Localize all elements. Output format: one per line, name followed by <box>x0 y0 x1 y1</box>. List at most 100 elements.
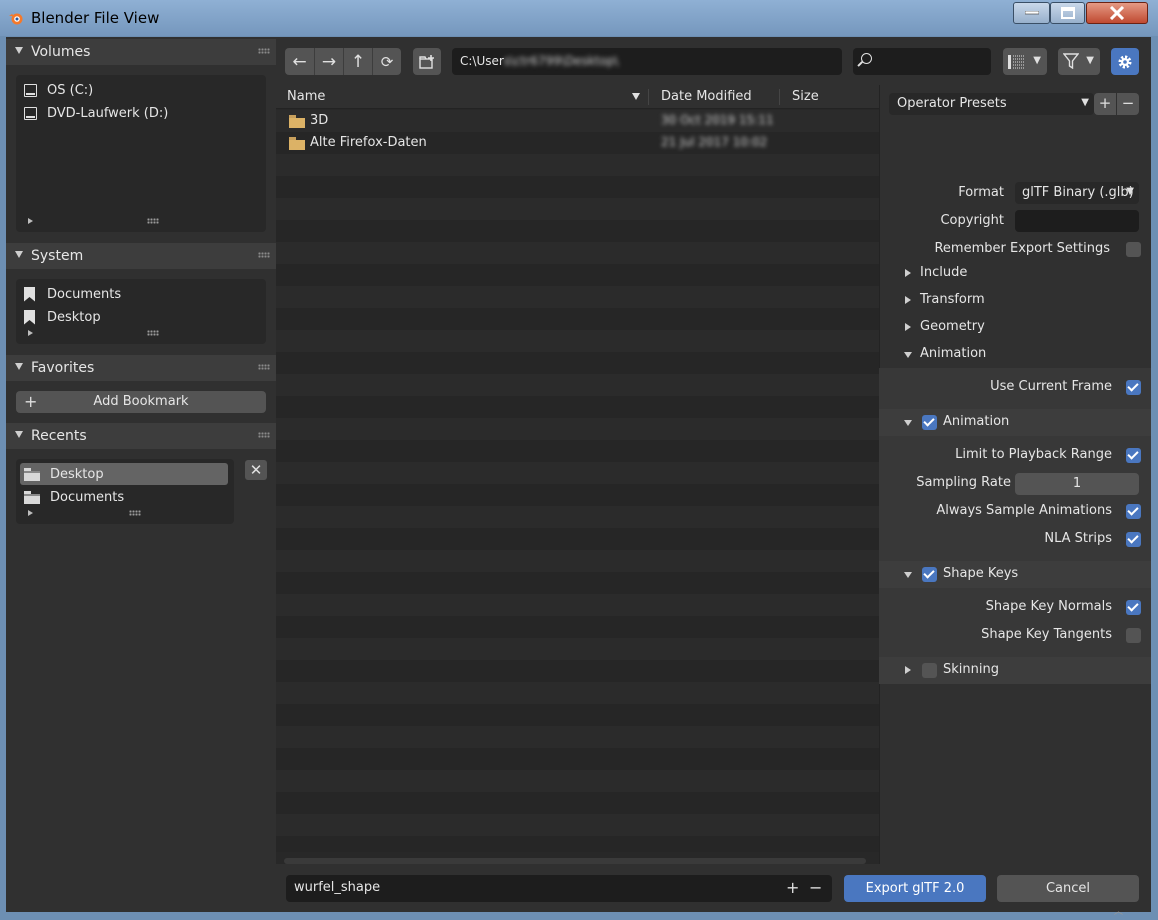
expand-triangle-icon[interactable] <box>28 218 33 224</box>
animation-sub-header[interactable]: Animation <box>879 409 1151 436</box>
recent-item-desktop[interactable]: Desktop <box>20 463 228 485</box>
copyright-input[interactable] <box>1015 210 1139 232</box>
back-button[interactable]: ← <box>285 48 314 75</box>
sort-descending-icon[interactable] <box>632 93 640 100</box>
arrow-up-icon: ↑ <box>350 51 366 72</box>
resize-grip-icon[interactable] <box>129 510 141 516</box>
expand-triangle-icon[interactable] <box>28 330 33 336</box>
animation-title: Animation <box>920 346 987 361</box>
file-list-area: Name Date Modified Size 3D 30 Oct 2019 1… <box>276 37 879 912</box>
column-date-modified[interactable]: Date Modified <box>661 89 752 104</box>
refresh-button[interactable]: ⟳ <box>372 48 401 75</box>
animation-section-header[interactable]: Animation <box>879 341 1151 368</box>
drag-grip-icon[interactable] <box>258 432 270 438</box>
title-bar[interactable]: Blender File View <box>0 0 1158 36</box>
bookmark-icon <box>24 309 35 325</box>
system-item-documents[interactable]: Documents <box>24 283 258 305</box>
column-divider[interactable] <box>648 89 649 105</box>
minimize-button[interactable] <box>1013 2 1050 24</box>
favorites-panel-header[interactable]: Favorites <box>6 355 276 381</box>
maximize-button[interactable] <box>1050 2 1085 24</box>
add-bookmark-button[interactable]: + Add Bookmark <box>16 391 266 413</box>
new-directory-button[interactable] <box>413 48 441 75</box>
display-mode-dropdown[interactable]: ▼ <box>1003 48 1047 75</box>
animation-sub-title: Animation <box>943 414 1010 429</box>
sampling-rate-field[interactable]: 1 <box>1015 473 1139 495</box>
expand-triangle-icon[interactable] <box>28 510 33 516</box>
directory-path-input[interactable]: C:\Users\ctr6799\Desktop\ <box>452 48 842 75</box>
include-section-header[interactable]: Include <box>879 260 1151 287</box>
resize-grip-icon[interactable] <box>147 330 159 336</box>
system-panel-header[interactable]: System <box>6 243 276 269</box>
transform-section-header[interactable]: Transform <box>879 287 1151 314</box>
column-size[interactable]: Size <box>792 89 819 104</box>
volume-item-c[interactable]: OS (C:) <box>24 79 258 101</box>
maximize-icon <box>1060 7 1075 19</box>
geometry-title: Geometry <box>920 319 985 334</box>
use-current-frame-checkbox[interactable] <box>1126 380 1141 395</box>
close-window-button[interactable] <box>1086 2 1148 24</box>
skinning-header[interactable]: Skinning <box>879 657 1151 684</box>
chevron-down-icon: ▼ <box>1033 55 1041 66</box>
drag-grip-icon[interactable] <box>258 48 270 54</box>
drag-grip-icon[interactable] <box>258 252 270 258</box>
search-icon <box>861 53 872 64</box>
forward-button[interactable]: → <box>314 48 343 75</box>
nla-strips-checkbox[interactable] <box>1126 532 1141 547</box>
geometry-section-header[interactable]: Geometry <box>879 314 1151 341</box>
shape-key-normals-checkbox[interactable] <box>1126 600 1141 615</box>
decrement-filename-button[interactable]: − <box>809 878 822 897</box>
transform-title: Transform <box>920 292 985 307</box>
settings-toggle-button[interactable] <box>1111 48 1139 75</box>
file-row[interactable]: 3D 30 Oct 2019 15:11 <box>276 110 879 132</box>
export-button[interactable]: Export glTF 2.0 <box>844 875 986 902</box>
animation-sub-checkbox[interactable] <box>922 415 937 430</box>
filter-search-input[interactable] <box>853 48 991 75</box>
filename-input[interactable]: wurfel_shape + − <box>286 875 832 902</box>
remove-preset-button[interactable]: − <box>1117 93 1139 115</box>
format-value: glTF Binary (.glb) <box>1022 185 1134 200</box>
sampling-rate-label: Sampling Rate <box>916 475 1011 490</box>
skinning-checkbox[interactable] <box>922 663 937 678</box>
copyright-label: Copyright <box>940 213 1004 228</box>
chevron-down-icon: ▼ <box>1126 186 1134 197</box>
shape-keys-header[interactable]: Shape Keys <box>879 561 1151 588</box>
file-name: Alte Firefox-Daten <box>310 135 427 150</box>
shape-keys-checkbox[interactable] <box>922 567 937 582</box>
operator-presets-dropdown[interactable]: Operator Presets ▼ <box>889 93 1094 115</box>
collapse-triangle-icon <box>15 363 23 370</box>
volume-label: OS (C:) <box>47 82 94 98</box>
shape-key-tangents-checkbox[interactable] <box>1126 628 1141 643</box>
filter-dropdown[interactable]: ▼ <box>1058 48 1100 75</box>
volume-item-d[interactable]: DVD-Laufwerk (D:) <box>24 102 258 124</box>
add-bookmark-label: Add Bookmark <box>93 394 189 409</box>
system-item-desktop[interactable]: Desktop <box>24 306 258 328</box>
resize-grip-icon[interactable] <box>147 218 159 224</box>
column-name[interactable]: Name <box>287 89 325 104</box>
clear-recents-button[interactable]: ✕ <box>245 460 267 480</box>
parent-directory-button[interactable]: ↑ <box>343 48 372 75</box>
volumes-panel-header[interactable]: Volumes <box>6 39 276 65</box>
shape-key-tangents-label: Shape Key Tangents <box>981 627 1112 642</box>
recent-item-documents[interactable]: Documents <box>24 486 232 508</box>
add-preset-button[interactable]: + <box>1094 93 1116 115</box>
recents-panel-header[interactable]: Recents <box>6 423 276 449</box>
file-row[interactable]: Alte Firefox-Daten 21 Jul 2017 10:02 <box>276 132 879 154</box>
cancel-button[interactable]: Cancel <box>997 875 1139 902</box>
always-sample-checkbox[interactable] <box>1126 504 1141 519</box>
remember-settings-checkbox[interactable] <box>1126 242 1141 257</box>
collapse-triangle-icon <box>904 572 912 578</box>
operator-presets-label: Operator Presets <box>897 96 1007 111</box>
increment-filename-button[interactable]: + <box>786 878 799 897</box>
window: Blender File View Volumes OS (C:) DVD-La… <box>0 0 1158 920</box>
column-divider[interactable] <box>779 89 780 105</box>
file-date: 21 Jul 2017 10:02 <box>661 135 768 149</box>
file-list[interactable]: 3D 30 Oct 2019 15:11 Alte Firefox-Daten … <box>276 110 879 852</box>
arrow-right-icon: → <box>321 51 337 72</box>
filename-text: wurfel_shape <box>294 880 381 895</box>
limit-playback-checkbox[interactable] <box>1126 448 1141 463</box>
drag-grip-icon[interactable] <box>258 364 270 370</box>
sidebar: Volumes OS (C:) DVD-Laufwerk (D:) System <box>6 37 276 912</box>
format-dropdown[interactable]: glTF Binary (.glb) ▼ <box>1015 182 1139 204</box>
recents-list: Desktop Documents <box>16 459 234 524</box>
